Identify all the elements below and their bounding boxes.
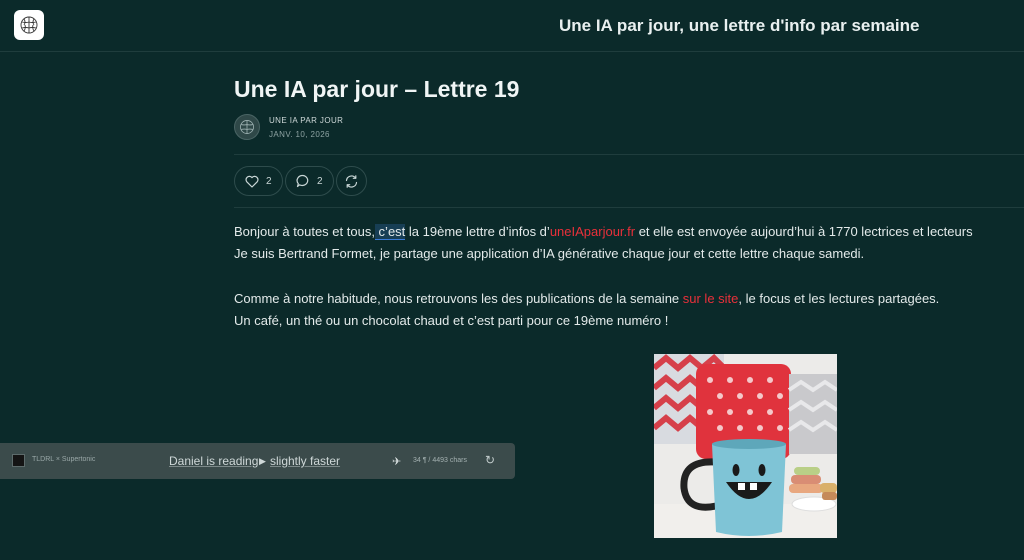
like-count: 2: [266, 175, 272, 187]
post-date: JANV. 10, 2026: [269, 130, 330, 139]
speed-selector[interactable]: slightly faster: [270, 454, 340, 468]
play-icon[interactable]: ▶: [259, 456, 266, 467]
player-brand: TLDRL × Supertonic: [32, 456, 96, 463]
divider: [234, 207, 1024, 208]
divider: [234, 154, 1024, 155]
author-name[interactable]: UNE IA PAR JOUR: [269, 116, 343, 125]
top-bar: Une IA par jour, une lettre d'info par s…: [0, 0, 1024, 52]
mug-image[interactable]: [654, 354, 837, 538]
text-segment: , le focus et les lectures partagées.: [738, 291, 940, 306]
audio-player: TLDRL × Supertonic Daniel is reading ▶ s…: [0, 443, 515, 479]
replay-icon[interactable]: ↻: [485, 453, 495, 467]
restack-icon: [345, 174, 358, 188]
text-segment: Bonjour à toutes et tous,: [234, 224, 375, 239]
author-paragraph: Je suis Bertrand Formet, je partage une …: [234, 246, 865, 261]
habit-paragraph: Comme à notre habitude, nous retrouvons …: [234, 291, 939, 307]
brain-icon: [20, 16, 38, 34]
airplane-icon[interactable]: ✈: [392, 455, 401, 468]
author-avatar[interactable]: [234, 114, 260, 140]
comment-icon: [296, 174, 309, 188]
intro-paragraph: Bonjour à toutes et tous, c’est la 19ème…: [234, 224, 973, 240]
coffee-paragraph: Un café, un thé ou un chocolat chaud et …: [234, 313, 669, 328]
brain-icon: [240, 120, 254, 134]
player-logo-icon: [12, 454, 25, 467]
character-count: 34 ¶ / 4493 chars: [413, 457, 467, 464]
sur-le-site-link[interactable]: sur le site: [683, 291, 739, 306]
text-segment: et elle est envoyée aujourd’hui à 1770 l…: [635, 224, 973, 239]
text-selection: c’est: [374, 224, 406, 240]
voice-selector[interactable]: Daniel is reading: [169, 454, 258, 468]
heart-icon: [245, 175, 259, 188]
restack-button[interactable]: [336, 166, 367, 196]
smiling-mug-illustration: [654, 354, 837, 538]
comment-count: 2: [317, 175, 323, 187]
site-link[interactable]: uneIAparjour.fr: [550, 224, 635, 239]
like-button[interactable]: 2: [234, 166, 283, 196]
text-segment: Comme à notre habitude, nous retrouvons …: [234, 291, 683, 306]
site-logo[interactable]: [14, 10, 44, 40]
comment-button[interactable]: 2: [285, 166, 334, 196]
site-title[interactable]: Une IA par jour, une lettre d'info par s…: [559, 16, 920, 36]
post-title: Une IA par jour – Lettre 19: [234, 76, 520, 102]
text-segment: la 19ème lettre d’infos d’: [405, 224, 550, 239]
